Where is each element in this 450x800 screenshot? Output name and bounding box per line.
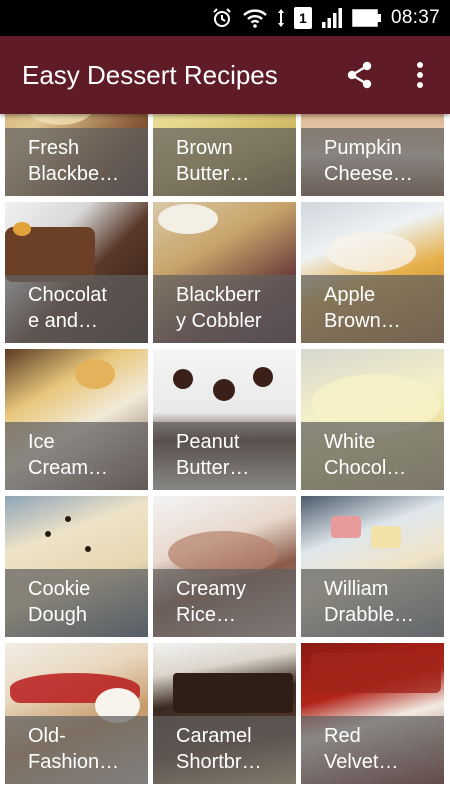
recipe-tile[interactable]: Fresh Blackbe… — [5, 114, 148, 196]
recipe-caption: Caramel Shortbr… — [153, 716, 296, 784]
data-arrows-icon — [277, 8, 285, 28]
recipe-tile[interactable]: Cookie Dough — [5, 496, 148, 637]
recipe-caption: Ice Cream… — [5, 422, 148, 490]
recipe-tile[interactable]: White Chocol… — [301, 349, 444, 490]
share-icon — [347, 61, 372, 89]
recipe-caption: Creamy Rice… — [153, 569, 296, 637]
alarm-icon — [211, 7, 233, 29]
share-button[interactable] — [336, 51, 384, 99]
recipe-grid-scroll[interactable]: Fresh Blackbe… Brown Butter… Pumpkin Cheese… — [0, 114, 450, 800]
more-vert-icon — [417, 62, 423, 88]
recipe-grid: Fresh Blackbe… Brown Butter… Pumpkin Cheese… — [5, 114, 444, 784]
recipe-caption: Pumpkin Cheese… — [301, 128, 444, 196]
recipe-caption: White Chocol… — [301, 422, 444, 490]
recipe-tile[interactable]: Brown Butter… — [153, 114, 296, 196]
sim-icon: 1 — [293, 7, 312, 29]
battery-icon — [352, 9, 382, 27]
recipe-tile[interactable]: Old- Fashion… — [5, 643, 148, 784]
recipe-tile[interactable]: Creamy Rice… — [153, 496, 296, 637]
recipe-caption: Brown Butter… — [153, 128, 296, 196]
overflow-menu-button[interactable] — [396, 51, 444, 99]
recipe-tile[interactable]: Pumpkin Cheese… — [301, 114, 444, 196]
signal-icon — [321, 7, 343, 29]
recipe-tile[interactable]: Peanut Butter… — [153, 349, 296, 490]
recipe-caption: Chocolat e and… — [5, 275, 148, 343]
wifi-icon — [242, 7, 268, 29]
status-bar: 1 08:37 — [0, 0, 450, 36]
recipe-caption: Red Velvet… — [301, 716, 444, 784]
recipe-caption: William Drabble… — [301, 569, 444, 637]
recipe-caption: Peanut Butter… — [153, 422, 296, 490]
recipe-tile[interactable]: William Drabble… — [301, 496, 444, 637]
recipe-tile[interactable]: Red Velvet… — [301, 643, 444, 784]
recipe-tile[interactable]: Blackberr y Cobbler — [153, 202, 296, 343]
recipe-caption: Old- Fashion… — [5, 716, 148, 784]
recipe-caption: Blackberr y Cobbler — [153, 275, 296, 343]
app-bar: Easy Dessert Recipes — [0, 36, 450, 114]
recipe-tile[interactable]: Caramel Shortbr… — [153, 643, 296, 784]
recipe-tile[interactable]: Ice Cream… — [5, 349, 148, 490]
recipe-caption: Apple Brown… — [301, 275, 444, 343]
app-title: Easy Dessert Recipes — [22, 59, 278, 90]
recipe-tile[interactable]: Chocolat e and… — [5, 202, 148, 343]
recipe-caption: Fresh Blackbe… — [5, 128, 148, 196]
recipe-caption: Cookie Dough — [5, 569, 148, 637]
recipe-tile[interactable]: Apple Brown… — [301, 202, 444, 343]
clock-time: 08:37 — [390, 7, 440, 28]
